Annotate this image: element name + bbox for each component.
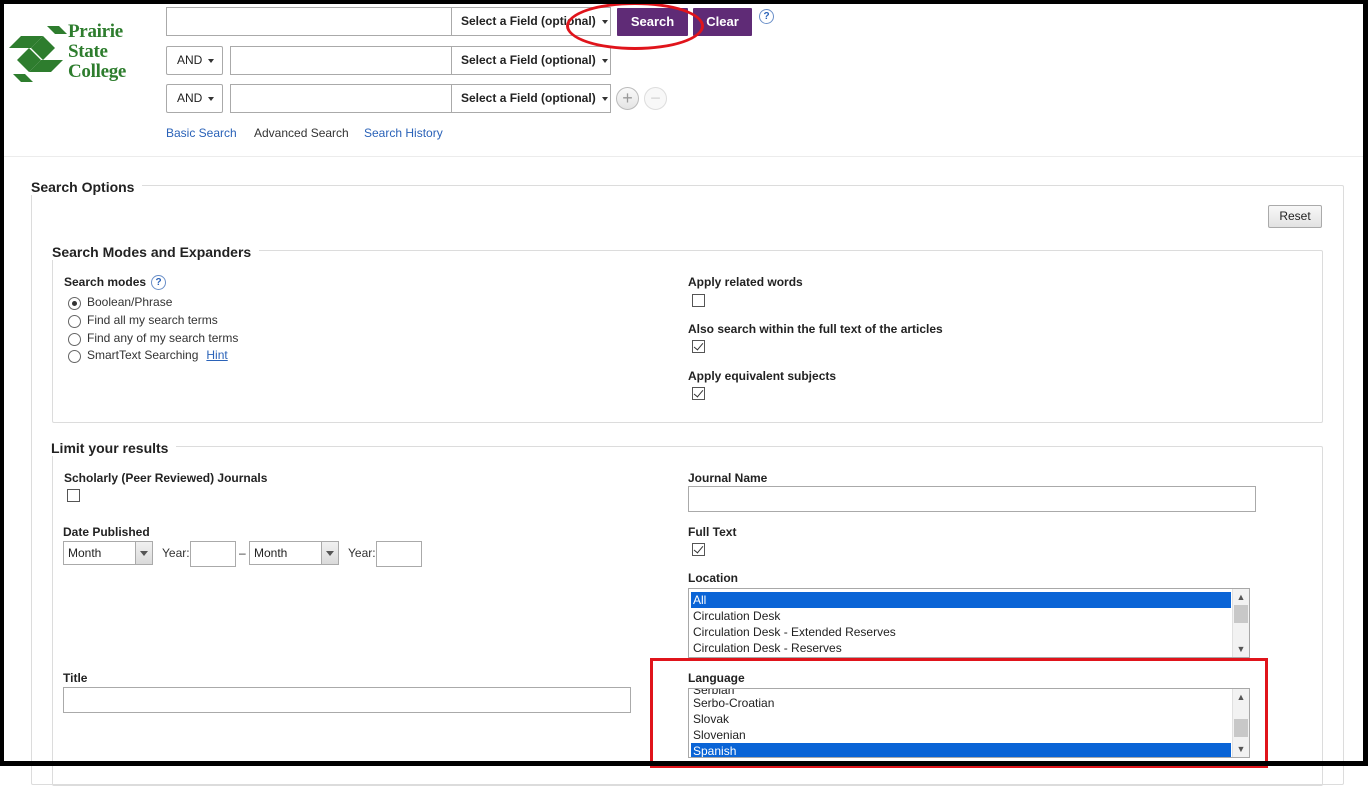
scholarly-label: Scholarly (Peer Reviewed) Journals <box>64 471 268 485</box>
full-text-label: Full Text <box>688 525 737 539</box>
full-text-search-label: Also search within the full text of the … <box>688 322 943 336</box>
operator-select-3[interactable]: AND <box>166 84 223 113</box>
scroll-down-icon[interactable]: ▼ <box>1233 741 1249 757</box>
brand-name: Prairie State College <box>68 21 127 82</box>
chevron-down-icon <box>208 59 214 63</box>
location-option[interactable]: All <box>691 592 1231 608</box>
apply-related-words-checkbox[interactable] <box>692 294 705 307</box>
search-modes-label: Search modes <box>64 275 147 289</box>
title-label: Title <box>63 671 88 685</box>
location-option[interactable]: Circulation Desk <box>691 608 1231 624</box>
equivalent-subjects-label: Apply equivalent subjects <box>688 369 837 383</box>
chevron-down-icon <box>135 542 152 564</box>
full-text-checkbox[interactable] <box>692 543 705 556</box>
field-select-3[interactable]: Select a Field (optional) <box>451 84 611 113</box>
full-text-search-checkbox[interactable] <box>692 340 705 353</box>
scroll-up-icon[interactable]: ▲ <box>1233 589 1249 605</box>
start-year-input[interactable] <box>190 541 236 567</box>
header-divider <box>4 156 1364 157</box>
search-input-3[interactable] <box>230 84 452 113</box>
chevron-down-icon <box>601 58 608 63</box>
radio-unselected[interactable] <box>68 350 81 363</box>
help-icon[interactable]: ? <box>151 275 166 290</box>
language-label: Language <box>688 671 745 685</box>
location-label: Location <box>688 571 738 585</box>
start-year-label: Year: <box>162 546 190 560</box>
mode-boolean-phrase[interactable]: Boolean/Phrase <box>68 295 268 311</box>
add-row-icon[interactable]: + <box>616 87 639 110</box>
limit-results-title: Limit your results <box>51 440 177 456</box>
language-option[interactable]: Serbo-Croatian <box>691 695 1231 711</box>
equivalent-subjects-checkbox[interactable] <box>692 387 705 400</box>
radio-unselected[interactable] <box>68 333 81 346</box>
search-modes-title: Search Modes and Expanders <box>52 244 260 260</box>
basic-search-link[interactable]: Basic Search <box>166 126 237 140</box>
date-range-separator: – <box>239 546 246 560</box>
language-option[interactable]: Slovenian <box>691 727 1231 743</box>
remove-row-icon[interactable]: − <box>644 87 667 110</box>
language-scrollbar[interactable]: ▲ ▼ <box>1232 689 1249 757</box>
radio-unselected[interactable] <box>68 315 81 328</box>
chevron-down-icon <box>601 19 608 24</box>
start-month-select[interactable]: Month <box>63 541 153 565</box>
location-scrollbar[interactable]: ▲ ▼ <box>1232 589 1249 657</box>
mode-find-any[interactable]: Find any of my search terms <box>68 331 268 347</box>
title-input[interactable] <box>63 687 631 713</box>
radio-selected[interactable] <box>68 297 81 310</box>
language-listbox[interactable]: Serbian Serbo-Croatian Slovak Slovenian … <box>688 688 1250 758</box>
language-option[interactable]: Spanish <box>691 743 1231 757</box>
journal-name-input[interactable] <box>688 486 1256 512</box>
end-year-input[interactable] <box>376 541 422 567</box>
date-published-label: Date Published <box>63 525 150 539</box>
location-option[interactable]: Circulation Desk - Extended Reserves <box>691 624 1231 640</box>
chevron-down-icon <box>208 97 214 101</box>
reset-button[interactable]: Reset <box>1268 205 1322 228</box>
search-options-title: Search Options <box>31 179 143 195</box>
scroll-thumb[interactable] <box>1234 605 1248 623</box>
language-option[interactable]: Slovak <box>691 711 1231 727</box>
location-option[interactable]: Circulation Desk - Reserves <box>691 640 1231 656</box>
apply-related-words-label: Apply related words <box>688 275 803 289</box>
location-listbox[interactable]: All Circulation Desk Circulation Desk - … <box>688 588 1250 658</box>
end-year-label: Year: <box>348 546 376 560</box>
chevron-down-icon <box>321 542 338 564</box>
help-icon[interactable]: ? <box>759 9 774 24</box>
operator-select-2[interactable]: AND <box>166 46 223 75</box>
search-input-1[interactable] <box>166 7 452 36</box>
journal-name-label: Journal Name <box>688 471 768 485</box>
hint-link[interactable]: Hint <box>206 348 227 362</box>
clear-button[interactable]: Clear <box>693 8 752 36</box>
search-history-link[interactable]: Search History <box>364 126 443 140</box>
chevron-down-icon <box>601 96 608 101</box>
advanced-search-link[interactable]: Advanced Search <box>254 126 349 140</box>
field-select-1[interactable]: Select a Field (optional) <box>451 7 611 36</box>
mode-smarttext[interactable]: SmartText Searching Hint <box>68 348 268 364</box>
mode-find-all[interactable]: Find all my search terms <box>68 313 268 329</box>
scholarly-checkbox[interactable] <box>67 489 80 502</box>
end-month-select[interactable]: Month <box>249 541 339 565</box>
search-button[interactable]: Search <box>617 8 688 36</box>
scroll-thumb[interactable] <box>1234 719 1248 737</box>
scroll-up-icon[interactable]: ▲ <box>1233 689 1249 705</box>
search-input-2[interactable] <box>230 46 452 75</box>
field-select-2[interactable]: Select a Field (optional) <box>451 46 611 75</box>
scroll-down-icon[interactable]: ▼ <box>1233 641 1249 657</box>
